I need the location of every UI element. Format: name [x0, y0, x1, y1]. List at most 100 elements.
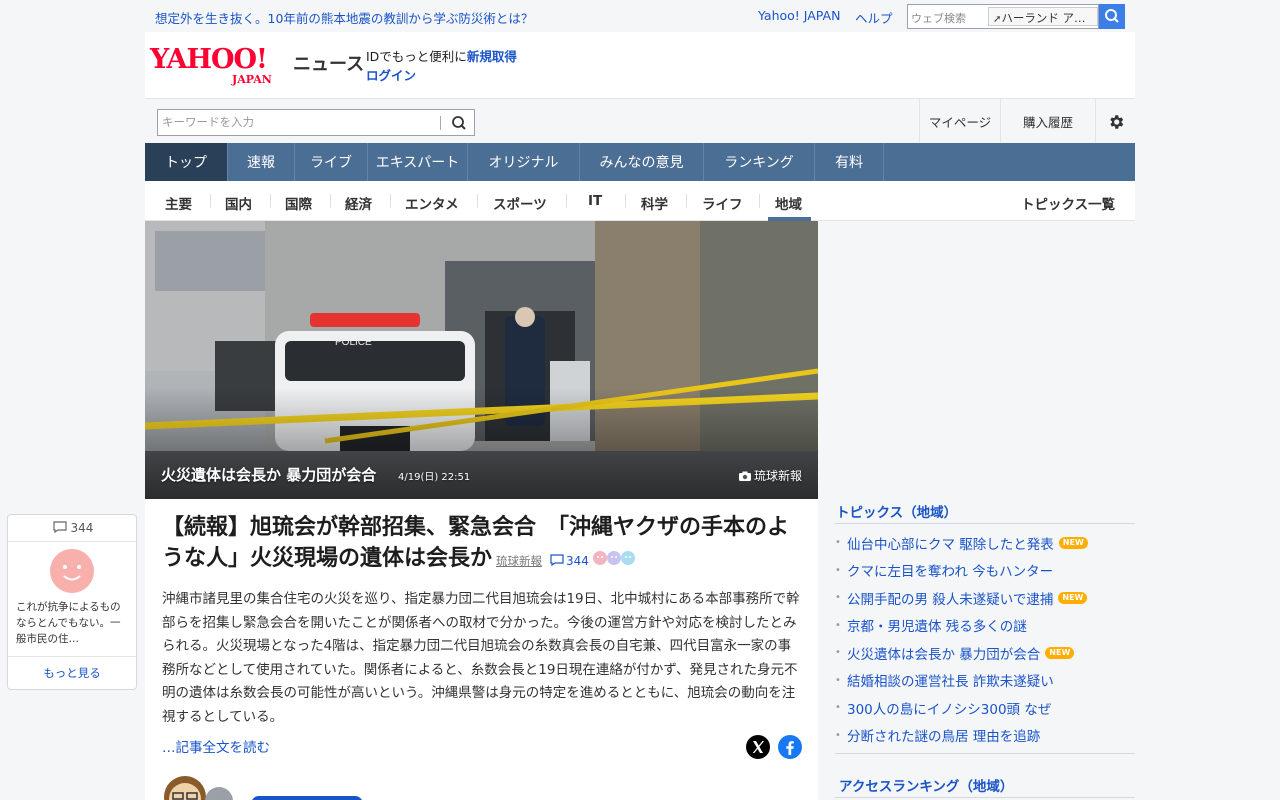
mypage-link[interactable]: マイページ	[919, 99, 1000, 144]
tab-expert[interactable]: エキスパート	[368, 143, 468, 181]
topic-item[interactable]: • 仙台中心部にクマ 駆除したと発表 NEW	[835, 529, 1135, 557]
tab-ranking[interactable]: ランキング	[704, 143, 815, 181]
keyword-search-box	[157, 109, 475, 136]
top-headline-link[interactable]: 想定外を生き抜く。10年前の熊本地震の教訓から学ぶ防災術とは？	[155, 8, 533, 27]
subtab-major[interactable]: 主要	[165, 193, 192, 213]
search-icon	[1105, 9, 1119, 23]
bullet-icon: •	[835, 619, 841, 631]
topic-text: 結婚相談の運営社長 詐欺未遂疑い	[847, 674, 1054, 691]
subtab-divider	[759, 194, 760, 208]
comment-widget-count[interactable]: 344	[8, 521, 138, 535]
comment-widget-divider	[8, 656, 136, 657]
topic-item[interactable]: • クマに左目を奪われ 今もハンター	[835, 557, 1135, 585]
share-x-button[interactable]	[746, 735, 770, 759]
tab-paid[interactable]: 有料	[815, 143, 884, 181]
subtab-domestic[interactable]: 国内	[225, 193, 252, 213]
signup-link[interactable]: 新規取得	[467, 49, 517, 64]
reaction-faces-icon	[592, 550, 635, 565]
topic-text: 公開手配の男 殺人未遂疑いで逮捕	[847, 591, 1054, 608]
hero-image-link[interactable]: POLICE 火災遺体は会長か 暴力団が会合 4/19(日) 22:51 琉球新…	[145, 221, 818, 499]
subtab-divider	[270, 194, 271, 208]
web-search-input[interactable]: ウェブ検索 ➚ハーランド ア…	[907, 4, 1099, 29]
yahoo-news-logo[interactable]: YAHOO! JAPAN ニュース	[150, 44, 364, 87]
search-divider	[440, 116, 441, 130]
hero-photo: POLICE	[145, 221, 818, 499]
subtab-science[interactable]: 科学	[641, 193, 668, 213]
reaction-faces	[592, 544, 636, 575]
hero-credit-text: 琉球新報	[753, 469, 802, 483]
search-suggestion-chip[interactable]: ➚ハーランド ア…	[988, 7, 1098, 26]
topic-item[interactable]: • 分断された謎の鳥居 理由を追跡	[835, 722, 1135, 750]
tab-live[interactable]: ライブ	[295, 143, 368, 181]
subtab-sports[interactable]: スポーツ	[493, 193, 547, 213]
account-area: IDでもっと便利に新規取得 ログイン	[366, 47, 517, 85]
topic-item[interactable]: • 結婚相談の運営社長 詐欺未遂疑い	[835, 667, 1135, 695]
hero-timestamp: 4/19(日) 22:51	[398, 472, 471, 483]
access-ranking-title: アクセスランキング（地域）	[839, 779, 1014, 795]
comment-widget: 344 これが抗争によるものならとんでもない。一般市民の住… もっと見る	[7, 514, 137, 690]
article-title[interactable]: 【続報】旭琉会が幹部招集、緊急会合 「沖縄ヤクザの手本のような人」火災現場の遺体…	[162, 515, 789, 571]
purchase-history-link[interactable]: 購入履歴	[1000, 99, 1095, 144]
topic-text: 300人の島にイノシシ300頭 なぜ	[847, 701, 1052, 718]
comment-excerpt: これが抗争によるものならとんでもない。一般市民の住…	[16, 601, 121, 645]
topics-section-title: トピックス（地域）	[836, 505, 958, 521]
tab-original[interactable]: オリジナル	[468, 143, 580, 181]
topic-text: クマに左目を奪われ 今もハンター	[847, 564, 1054, 581]
bullet-icon: •	[835, 647, 841, 659]
read-full-article-link[interactable]: …記事全文を読む	[162, 736, 270, 756]
subtab-local[interactable]: 地域	[775, 193, 802, 213]
masthead: YAHOO! JAPAN ニュース IDでもっと便利に新規取得 ログイン	[145, 32, 1135, 98]
topic-item[interactable]: • 京都・男児遺体 残る多くの謎	[835, 612, 1135, 640]
topic-text: 火災遺体は会長か 暴力団が会合	[847, 646, 1041, 663]
subtab-it[interactable]: IT	[588, 193, 602, 209]
bullet-icon: •	[835, 674, 841, 686]
settings-button[interactable]	[1095, 99, 1135, 144]
author-avatar	[163, 775, 235, 800]
search-row: マイページ 購入履歴	[145, 98, 1135, 144]
tab-breaking[interactable]: 速報	[228, 143, 295, 181]
right-sidebar: トピックス（地域） • 仙台中心部にクマ 駆除したと発表 NEW • クマに左目を奪わ…	[835, 221, 1135, 800]
topic-text: 京都・男児遺体 残る多くの謎	[847, 619, 1027, 636]
logo-japan-text: JAPAN	[232, 73, 272, 86]
hero-caption: 火災遺体は会長か 暴力団が会合	[161, 466, 377, 484]
logo-yahoo-text: YAHOO!	[150, 44, 268, 75]
subtab-life[interactable]: ライフ	[702, 193, 743, 213]
keyword-search-button[interactable]	[446, 112, 472, 134]
search-suggestion-text: ハーランド ア…	[1001, 11, 1086, 25]
subtab-economy[interactable]: 経済	[345, 193, 372, 213]
subtab-divider	[330, 194, 331, 208]
topic-text: 仙台中心部にクマ 駆除したと発表	[847, 536, 1054, 553]
new-badge: NEW	[1058, 591, 1088, 604]
topic-text: 分断された謎の鳥居 理由を追跡	[847, 729, 1041, 746]
follow-button[interactable]	[251, 796, 363, 800]
help-link[interactable]: ヘルプ	[855, 8, 893, 27]
tab-opinions[interactable]: みんなの意見	[580, 143, 704, 181]
login-link[interactable]: ログイン	[366, 68, 416, 83]
subtab-divider	[625, 194, 626, 208]
subtab-international[interactable]: 国際	[285, 193, 312, 213]
subtab-divider	[390, 194, 391, 208]
topic-item[interactable]: • 公開手配の男 殺人未遂疑いで逮捕 NEW	[835, 584, 1135, 612]
comment-widget-count-text: 344	[70, 521, 94, 535]
topic-item[interactable]: • 火災遺体は会長か 暴力団が会合 NEW	[835, 639, 1135, 667]
web-search-button[interactable]	[1099, 4, 1125, 29]
subtab-entertainment[interactable]: エンタメ	[405, 193, 459, 213]
topic-item[interactable]: • 300人の島にイノシシ300頭 なぜ	[835, 694, 1135, 722]
new-badge: NEW	[1045, 646, 1075, 659]
comment-more-link[interactable]: もっと見る	[8, 665, 136, 681]
yahoo-japan-link[interactable]: Yahoo! JAPAN	[758, 8, 840, 23]
tab-top[interactable]: トップ	[145, 143, 228, 181]
topics-list-link[interactable]: トピックス一覧	[1021, 193, 1115, 213]
article-source[interactable]: 琉球新報	[496, 554, 542, 568]
bullet-icon: •	[835, 564, 841, 576]
subtab-divider	[686, 194, 687, 208]
ad-space	[835, 221, 1135, 491]
subtab-divider	[477, 194, 478, 208]
keyword-search-input[interactable]	[162, 115, 432, 129]
share-facebook-button[interactable]	[778, 735, 802, 759]
article-comment-count[interactable]: 344	[550, 554, 589, 568]
bullet-icon: •	[835, 702, 841, 714]
comment-icon	[550, 554, 564, 567]
author-avatar-icon	[164, 776, 233, 800]
web-search-placeholder: ウェブ検索	[911, 12, 966, 25]
